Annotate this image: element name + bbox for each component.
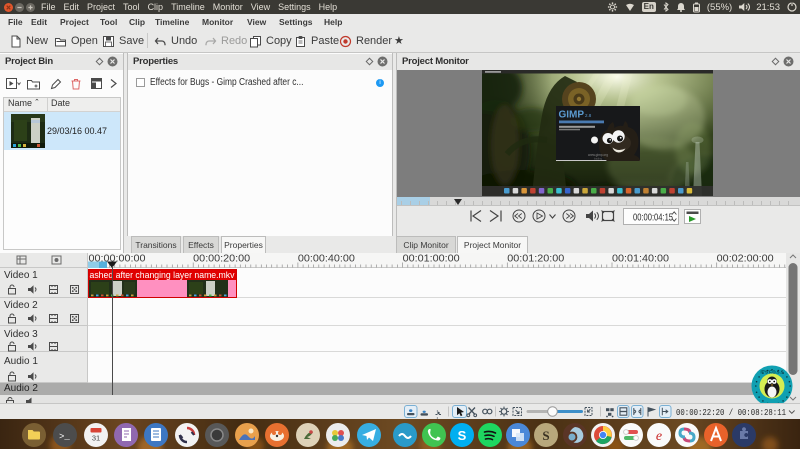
svg-text:00:00:20:00: 00:00:20:00 <box>193 254 250 265</box>
svg-text:www.gimp.org: www.gimp.org <box>588 153 608 157</box>
svg-text:loading: loading <box>594 158 603 161</box>
svg-text:00:02:00:00: 00:02:00:00 <box>717 254 774 265</box>
svg-text:00:01:00:00: 00:01:00:00 <box>403 254 460 265</box>
svg-text:00:01:20:00: 00:01:20:00 <box>507 254 564 265</box>
svg-text:S: S <box>542 428 549 443</box>
svg-text:00:01:40:00: 00:01:40:00 <box>612 254 669 265</box>
svg-text:IT'S F.O.S.S: IT'S F.O.S.S <box>760 370 783 375</box>
svg-text:2.8: 2.8 <box>585 113 592 118</box>
svg-text:>_: >_ <box>59 432 70 442</box>
svg-text:00:00:22:20 / 00:08:28:11: 00:00:22:20 / 00:08:28:11 <box>676 407 786 418</box>
svg-text:00:00:04:15: 00:00:04:15 <box>633 213 673 224</box>
svg-text:e: e <box>656 429 662 444</box>
svg-text:GIMP: GIMP <box>559 110 585 121</box>
svg-text:S: S <box>458 428 467 443</box>
svg-text:31: 31 <box>92 434 100 443</box>
svg-text:00:00:40:00: 00:00:40:00 <box>298 254 355 265</box>
